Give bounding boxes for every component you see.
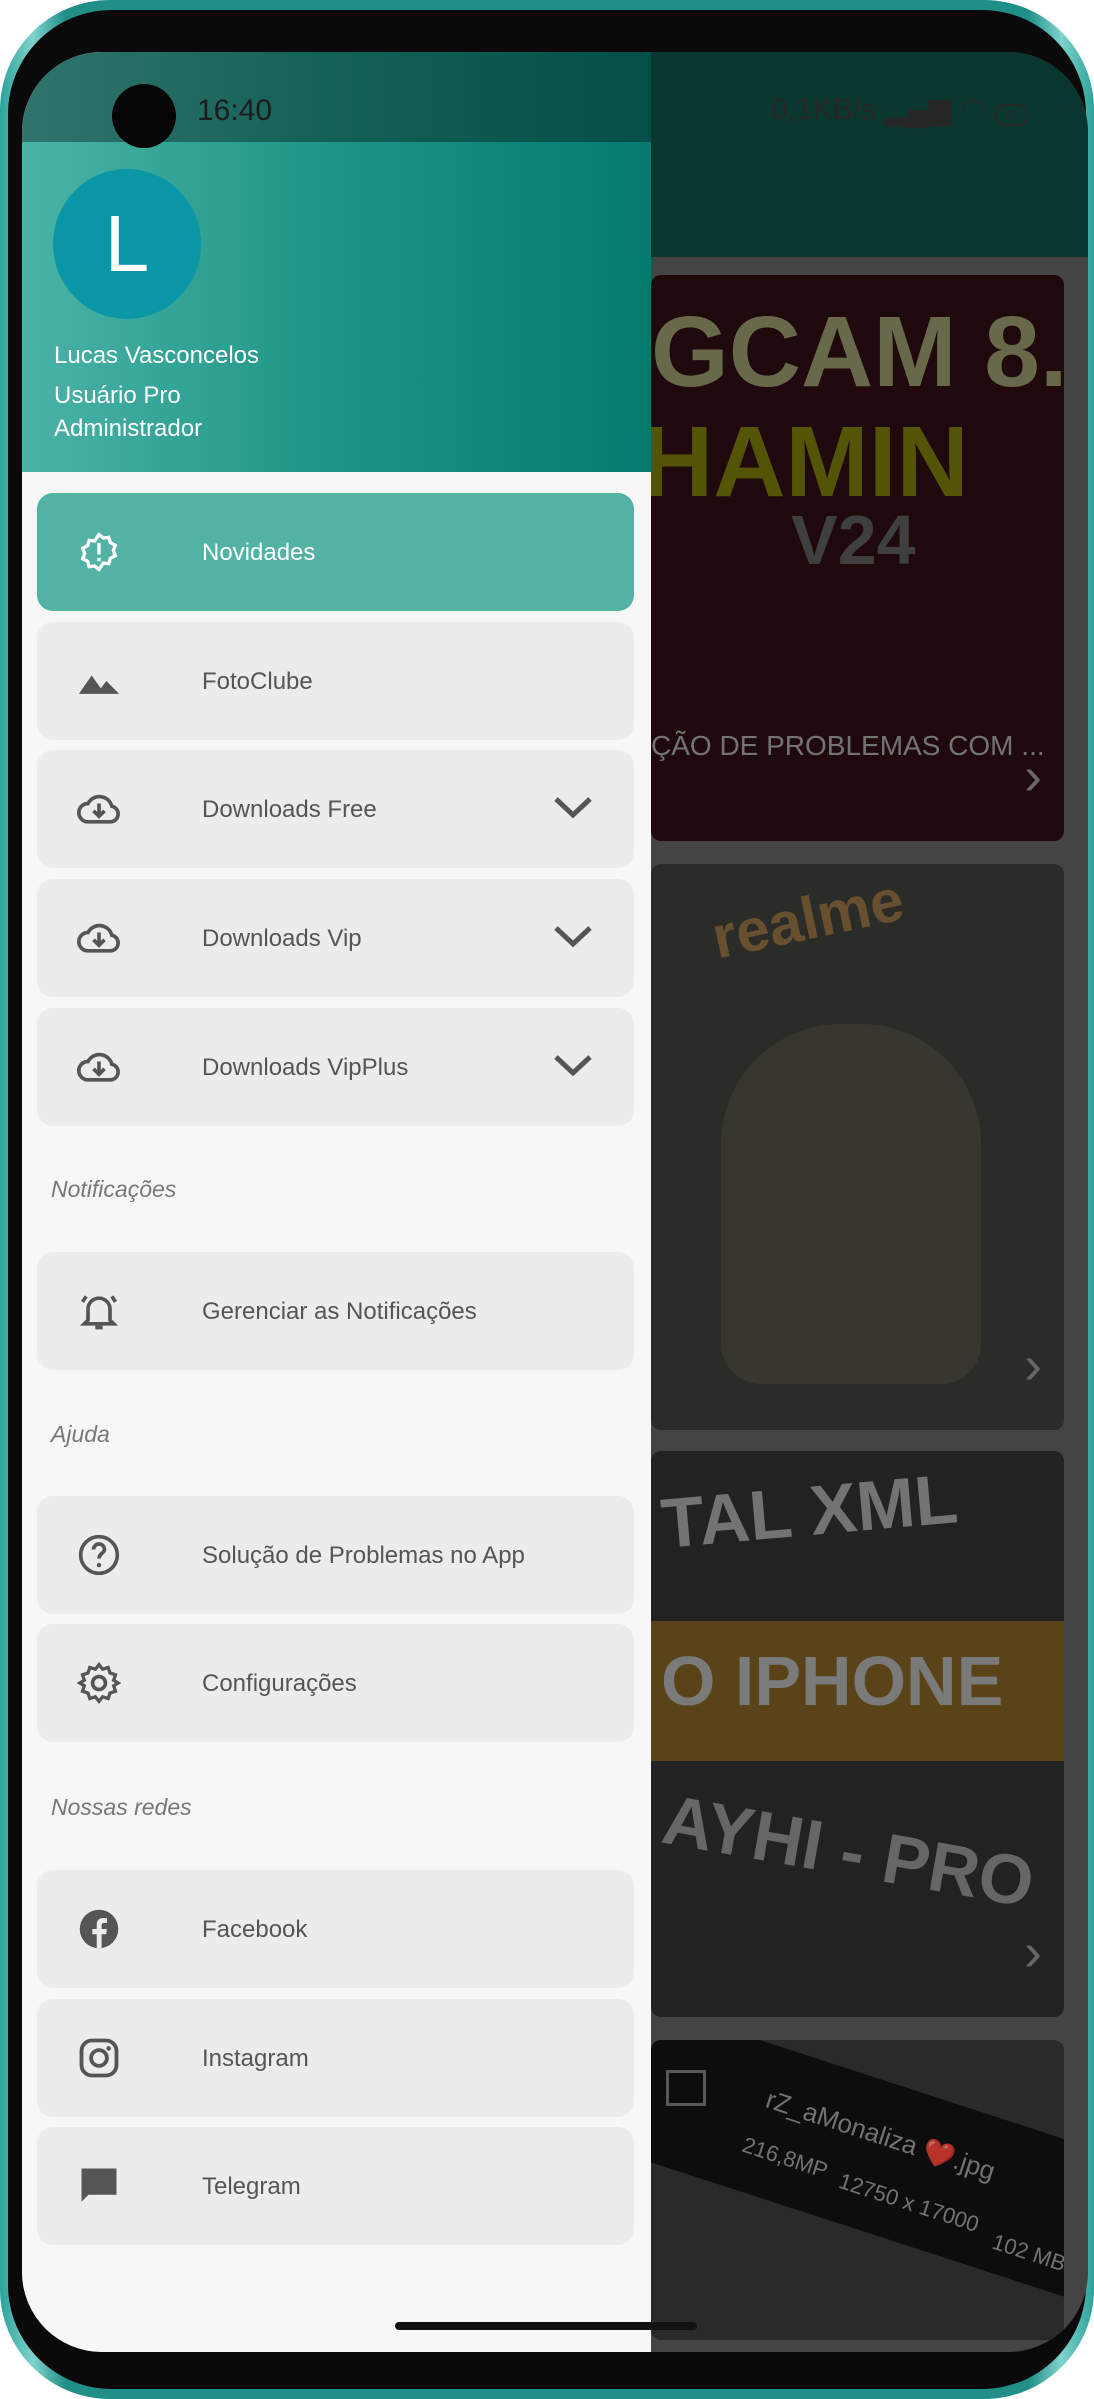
menu-item-label: Downloads Free (202, 795, 377, 823)
menu-item-label: Novidades (202, 538, 316, 566)
user-role: Administrador (54, 415, 203, 442)
section-title-notifications: Notificações (51, 1176, 177, 1202)
menu-item-label: Downloads VipPlus (202, 1053, 409, 1081)
menu-item-fotoclube[interactable]: FotoClube (37, 622, 634, 740)
message-icon (77, 2164, 121, 2208)
camera-cutout (112, 84, 176, 148)
chevron-down-icon[interactable] (552, 923, 594, 954)
menu-item-troubleshooting[interactable]: Solução de Problemas no App (37, 1496, 634, 1614)
menu-item-downloads-vip[interactable]: Downloads Vip (37, 879, 634, 997)
section-title-social: Nossas redes (51, 1794, 192, 1820)
phone-frame: 0,1KB/s ▂▄▆ ◠ 82 GCAM 8.4 HAMIN V24 ÇÃO … (0, 0, 1094, 2399)
navigation-drawer: 16:40 L Lucas Vasconcelos Usuário Pro Ad… (22, 52, 651, 2352)
menu-item-label: Configurações (202, 1669, 357, 1697)
user-name: Lucas Vasconcelos (54, 342, 260, 369)
help-circle-icon (77, 1533, 121, 1577)
menu-item-downloads-vipplus[interactable]: Downloads VipPlus (37, 1008, 634, 1126)
menu-item-instagram[interactable]: Instagram (37, 1999, 634, 2117)
instagram-icon (77, 2036, 121, 2080)
landscape-icon (77, 659, 121, 703)
alert-badge-icon (77, 530, 121, 574)
menu-item-label: Downloads Vip (202, 924, 362, 952)
menu-item-label: Gerenciar as Notificações (202, 1297, 477, 1325)
gear-icon (77, 1661, 121, 1705)
screen: 0,1KB/s ▂▄▆ ◠ 82 GCAM 8.4 HAMIN V24 ÇÃO … (22, 52, 1088, 2352)
avatar[interactable]: L (53, 169, 201, 319)
avatar-initial: L (104, 199, 150, 288)
status-time: 16:40 (197, 94, 273, 127)
menu-item-label: Instagram (202, 2044, 309, 2072)
menu-item-label: Solução de Problemas no App (202, 1541, 525, 1569)
drawer-header: 16:40 L Lucas Vasconcelos Usuário Pro Ad… (22, 52, 651, 472)
menu-item-manage-notifications[interactable]: Gerenciar as Notificações (37, 1252, 634, 1370)
phone-bezel: 0,1KB/s ▂▄▆ ◠ 82 GCAM 8.4 HAMIN V24 ÇÃO … (8, 10, 1088, 2389)
menu-item-label: FotoClube (202, 667, 313, 695)
user-plan: Usuário Pro (54, 382, 181, 409)
menu-item-novidades[interactable]: Novidades (37, 493, 634, 611)
chevron-down-icon[interactable] (552, 794, 594, 825)
menu-item-settings[interactable]: Configurações (37, 1624, 634, 1742)
menu-item-label: Telegram (202, 2172, 301, 2200)
cloud-download-icon (77, 916, 121, 960)
cloud-download-icon (77, 787, 121, 831)
facebook-icon (77, 1907, 121, 1951)
menu-item-facebook[interactable]: Facebook (37, 1870, 634, 1988)
section-title-help: Ajuda (51, 1421, 110, 1447)
scrim[interactable] (651, 52, 1088, 2352)
menu-item-downloads-free[interactable]: Downloads Free (37, 750, 634, 868)
menu-item-label: Facebook (202, 1915, 308, 1943)
gesture-bar[interactable] (395, 2322, 697, 2330)
chevron-down-icon[interactable] (552, 1052, 594, 1083)
bell-icon (77, 1289, 121, 1333)
cloud-download-icon (77, 1045, 121, 1089)
menu-item-telegram[interactable]: Telegram (37, 2127, 634, 2245)
